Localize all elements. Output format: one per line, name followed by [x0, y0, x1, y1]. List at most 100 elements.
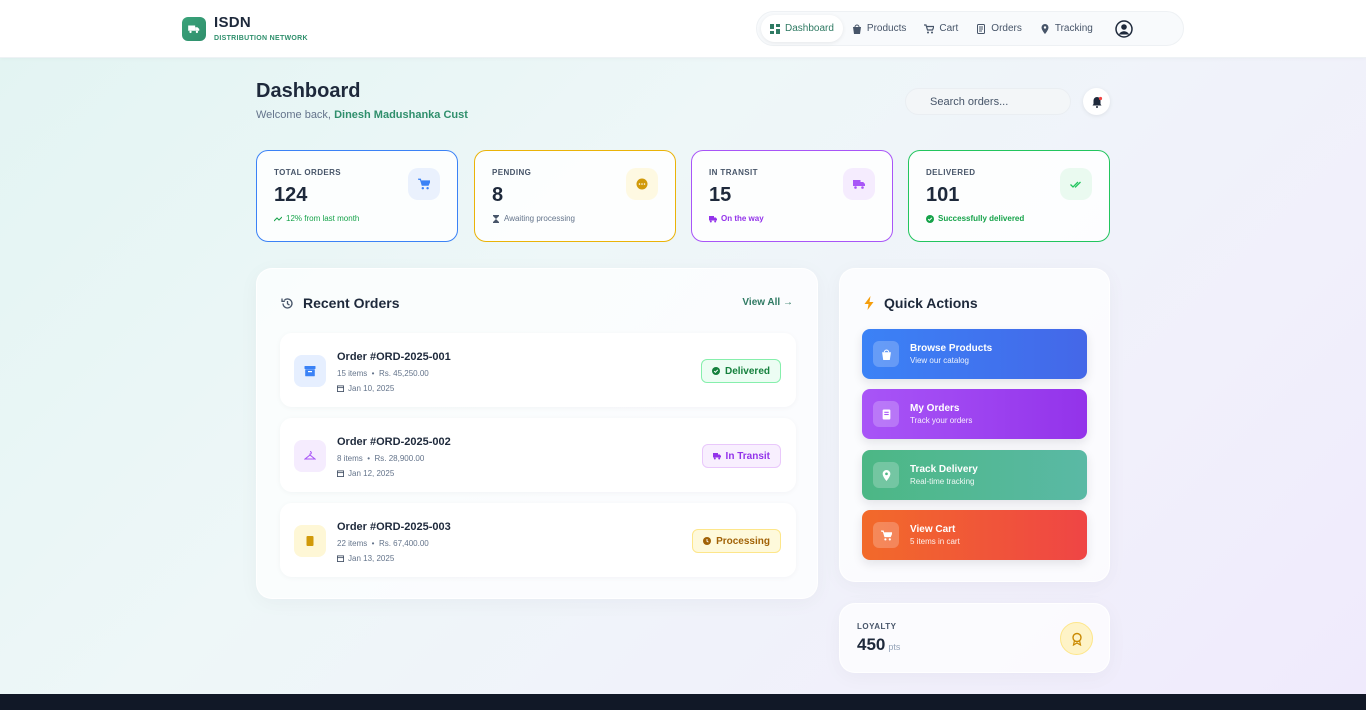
double-check-icon	[1070, 181, 1081, 188]
lightning-icon	[864, 296, 874, 310]
status-text: Processing	[716, 535, 770, 547]
bell-icon	[1092, 96, 1102, 108]
recent-orders-header: Recent Orders	[281, 295, 399, 311]
order-date-row: Jan 13, 2025	[337, 554, 394, 563]
main-nav: Dashboard Products Cart Orders Tracking	[756, 11, 1184, 46]
order-date-row: Jan 10, 2025	[337, 384, 394, 393]
view-all-link[interactable]: View All →	[742, 297, 793, 308]
hourglass-icon	[493, 214, 499, 223]
trend-up-icon	[274, 216, 282, 221]
loyalty-card: LOYALTY 450 pts	[839, 603, 1110, 673]
nav-products-label: Products	[866, 23, 907, 34]
check-circle-icon	[926, 214, 934, 223]
truck-icon	[853, 180, 865, 189]
order-amount: Rs. 45,250.00	[378, 369, 429, 378]
status-badge: In Transit	[701, 444, 781, 468]
stat-card-in-transit[interactable]: IN TRANSIT 15 On the way	[691, 150, 893, 242]
calendar-icon	[337, 385, 344, 392]
brand-tagline: DISTRIBUTION NETWORK	[214, 35, 308, 42]
nav-tracking-label: Tracking	[1054, 23, 1093, 34]
welcome-prefix: Welcome back,	[256, 109, 331, 121]
nav-dashboard[interactable]: Dashboard	[761, 15, 843, 42]
hanger-icon	[304, 450, 316, 460]
nav-products[interactable]: Products	[843, 15, 915, 42]
grid-icon	[770, 23, 780, 34]
notifications-button[interactable]	[1083, 88, 1110, 115]
search-input[interactable]	[905, 88, 1071, 115]
calendar-icon	[337, 555, 344, 562]
stat-icon-box	[1060, 168, 1092, 200]
order-row[interactable]: Order #ORD-2025-001 15 items • Rs. 45,25…	[280, 333, 796, 407]
nav-orders-label: Orders	[991, 23, 1022, 34]
quick-actions-title: Quick Actions	[884, 295, 978, 311]
stat-icon-box	[408, 168, 440, 200]
loyalty-unit: pts	[888, 642, 901, 652]
user-circle-icon	[1115, 19, 1133, 38]
stat-sub: Awaiting processing	[492, 214, 575, 223]
order-row[interactable]: Order #ORD-2025-003 22 items • Rs. 67,40…	[280, 503, 796, 577]
stat-sub-text: Awaiting processing	[504, 214, 576, 223]
order-icon-box	[294, 440, 326, 472]
action-subtitle: View our catalog	[910, 356, 969, 365]
nav-tracking[interactable]: Tracking	[1031, 15, 1102, 42]
stat-sub: On the way	[709, 214, 764, 223]
brand-name[interactable]: ISDN	[214, 14, 251, 31]
truck-logo-icon[interactable]	[182, 17, 206, 41]
stat-card-total-orders[interactable]: TOTAL ORDERS 124 12% from last month	[256, 150, 458, 242]
stat-label: DELIVERED	[926, 168, 976, 177]
profile-button[interactable]	[1114, 19, 1134, 39]
order-meta: 22 items • Rs. 67,400.00	[337, 539, 429, 548]
recent-orders-title: Recent Orders	[303, 295, 400, 311]
receipt-icon	[873, 401, 899, 427]
action-title: My Orders	[910, 403, 960, 414]
stat-value: 8	[492, 184, 504, 206]
user-name: Dinesh Madushanka Cust	[334, 109, 468, 121]
order-meta: 8 items • Rs. 28,900.00	[337, 454, 425, 463]
order-icon-box	[294, 525, 326, 557]
order-row[interactable]: Order #ORD-2025-002 8 items • Rs. 28,900…	[280, 418, 796, 492]
stat-sub: 12% from last month	[274, 214, 359, 223]
status-badge: Processing	[692, 529, 781, 553]
my-orders-button[interactable]: My Orders Track your orders	[862, 389, 1087, 439]
action-subtitle: 5 items in cart	[910, 537, 960, 546]
page-title: Dashboard	[256, 80, 361, 102]
status-text: Delivered	[724, 365, 770, 377]
history-icon	[281, 297, 293, 309]
browse-products-button[interactable]: Browse Products View our catalog	[862, 329, 1087, 379]
stat-label: PENDING	[492, 168, 532, 177]
stat-value: 15	[709, 184, 732, 206]
document-icon	[306, 536, 314, 546]
status-badge: Delivered	[700, 359, 781, 383]
action-title: View Cart	[910, 524, 956, 535]
view-cart-button[interactable]: View Cart 5 items in cart	[862, 510, 1087, 560]
stat-value: 101	[926, 184, 960, 206]
action-subtitle: Real-time tracking	[910, 477, 975, 486]
check-circle-icon	[711, 367, 720, 375]
cart-icon	[924, 23, 935, 33]
order-amount: Rs. 28,900.00	[374, 454, 425, 463]
order-meta: 15 items • Rs. 45,250.00	[337, 369, 429, 378]
order-items: 22 items	[337, 539, 368, 548]
footer-bar	[0, 694, 1366, 710]
nav-cart-label: Cart	[939, 23, 959, 34]
action-subtitle: Track your orders	[910, 416, 973, 425]
order-id: Order #ORD-2025-001	[337, 351, 451, 363]
top-header: ISDN DISTRIBUTION NETWORK Dashboard Prod…	[0, 0, 1366, 58]
cart-icon	[873, 522, 899, 548]
order-items: 15 items	[337, 369, 368, 378]
stat-value: 124	[274, 184, 308, 206]
cart-icon	[418, 178, 430, 190]
nav-cart[interactable]: Cart	[915, 15, 967, 42]
stat-icon-box	[626, 168, 658, 200]
track-delivery-button[interactable]: Track Delivery Real-time tracking	[862, 450, 1087, 500]
order-icon-box	[294, 355, 326, 387]
loyalty-value: 450	[857, 635, 886, 654]
clock-icon	[703, 537, 712, 545]
action-title: Track Delivery	[910, 464, 978, 475]
stat-card-delivered[interactable]: DELIVERED 101 Successfully delivered	[908, 150, 1110, 242]
nav-dashboard-label: Dashboard	[785, 23, 834, 34]
nav-orders[interactable]: Orders	[967, 15, 1031, 42]
order-date: Jan 10, 2025	[348, 384, 395, 393]
stat-card-pending[interactable]: PENDING 8 Awaiting processing	[474, 150, 676, 242]
action-title: Browse Products	[910, 343, 993, 354]
